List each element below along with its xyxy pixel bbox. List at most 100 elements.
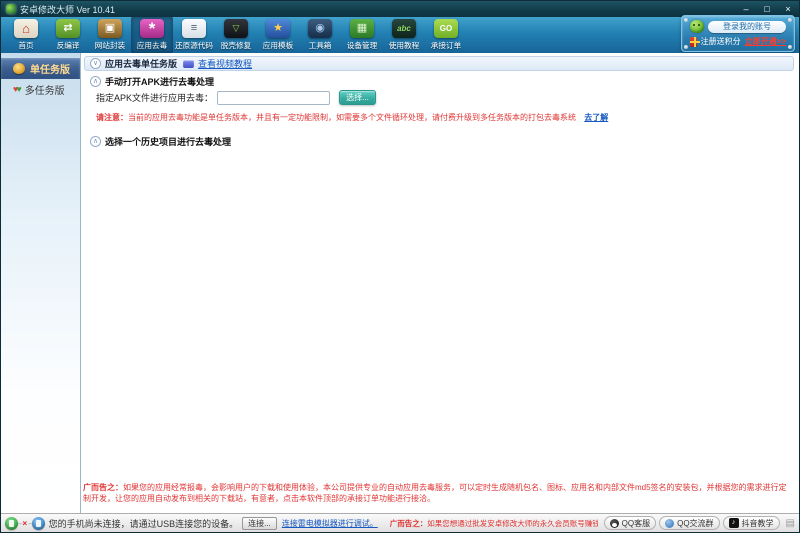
qq-penguin-icon bbox=[610, 519, 619, 528]
notice-body: 当前的应用去毒功能是单任务版本，并且有一定功能限制，如需要多个文件循环处理，请付… bbox=[128, 113, 576, 122]
ad-prefix: 广而告之： bbox=[83, 483, 123, 492]
toolbar-item-restore-source[interactable]: ≡ 还原源代码 bbox=[173, 17, 215, 53]
toolbar-item-website-package[interactable]: ▣ 网站封装 bbox=[89, 17, 131, 53]
app-icon bbox=[6, 4, 16, 14]
decompile-icon: ⇄ bbox=[56, 19, 80, 38]
toolbar-label: 设备管理 bbox=[347, 40, 377, 50]
virus-icon: * bbox=[140, 19, 164, 38]
sidebar-item-multi-task[interactable]: ♥♥ 多任务版 bbox=[1, 79, 80, 100]
status-bar: – × – 您的手机尚未连接，请通过USB连接您的设备。 连接... 连接雷电模… bbox=[1, 513, 799, 532]
home-icon: ⌂ bbox=[14, 19, 38, 38]
notice-text: 请注意：当前的应用去毒功能是单任务版本，并且有一定功能限制，如需要多个文件循环处… bbox=[96, 112, 794, 123]
screw-icon bbox=[788, 45, 792, 49]
sidebar-item-label: 多任务版 bbox=[25, 82, 65, 97]
toolbar-label: 应用去毒 bbox=[137, 40, 167, 50]
chevron-down-icon[interactable]: ∨ bbox=[90, 58, 101, 69]
title-bar: 安卓修改大师 Ver 10.41 – □ × bbox=[1, 1, 799, 17]
screw-icon bbox=[684, 45, 688, 49]
pc-status-icon bbox=[32, 517, 45, 530]
blackboard-icon: abc bbox=[392, 19, 416, 38]
statusbar-corner-icon[interactable]: ▤ bbox=[786, 518, 795, 529]
connect-button[interactable]: 连接... bbox=[242, 517, 277, 530]
video-icon bbox=[183, 60, 194, 68]
douyin-label: 抖音教学 bbox=[742, 518, 774, 529]
apk-picker-row: 指定APK文件进行应用去毒： 选择... bbox=[96, 90, 794, 105]
section-header-manual-apk[interactable]: ∧ 手动打开APK进行去毒处理 bbox=[84, 74, 794, 89]
toolbar-item-app-devirus[interactable]: * 应用去毒 bbox=[131, 17, 173, 53]
toolbar-label: 承接订单 bbox=[431, 40, 461, 50]
apk-path-input[interactable] bbox=[217, 91, 330, 105]
device-status-text: 您的手机尚未连接，请通过USB连接您的设备。 bbox=[49, 517, 239, 530]
screw-icon bbox=[684, 18, 688, 22]
device-manager-icon: ▦ bbox=[350, 19, 374, 38]
toolbar-item-orders[interactable]: GO 承接订单 bbox=[425, 17, 467, 53]
dash-icon: – bbox=[18, 519, 21, 528]
section-header-devirus-single[interactable]: ∨ 应用去毒单任务版 查看视频教程 bbox=[84, 56, 794, 71]
toolbar-label: 首页 bbox=[18, 40, 33, 50]
toolbar-label: 使用教程 bbox=[389, 40, 419, 50]
douyin-icon: ♪ bbox=[729, 518, 739, 528]
gift-icon bbox=[690, 37, 697, 47]
go-bag-icon: GO bbox=[434, 19, 458, 38]
account-panel: 登录我的账号 注册送积分 立即开通>> bbox=[681, 15, 795, 52]
toolbar-item-decompile[interactable]: ⇄ 反编译 bbox=[47, 17, 89, 53]
toolbar-label: 应用模板 bbox=[263, 40, 293, 50]
apk-field-label: 指定APK文件进行应用去毒： bbox=[96, 91, 213, 104]
toolbar-label: 工具箱 bbox=[309, 40, 332, 50]
flask-icon: ▽ bbox=[224, 19, 248, 38]
group-icon bbox=[665, 519, 674, 528]
qq-group-button[interactable]: QQ交流群 bbox=[659, 516, 719, 530]
ad-body: 如果您的应用经常报毒，会影响用户的下载和使用体验，本公司提供专业的自动应用去毒服… bbox=[83, 483, 787, 503]
video-tutorial-link[interactable]: 查看视频教程 bbox=[198, 57, 252, 70]
body: 单任务版 ♥♥ 多任务版 ∨ 应用去毒单任务版 查看视频教程 ∧ 手动打开APK… bbox=[1, 53, 799, 513]
statusbar-buttons: QQ客服 QQ交流群 ♪ 抖音教学 ▤ bbox=[604, 516, 795, 530]
toolbar-item-toolbox[interactable]: ◉ 工具箱 bbox=[299, 17, 341, 53]
section-title: 选择一个历史项目进行去毒处理 bbox=[105, 135, 231, 148]
register-points-label: 注册送积分 bbox=[701, 36, 741, 47]
mascot-icon bbox=[690, 20, 704, 33]
notice-prefix: 请注意： bbox=[96, 113, 128, 122]
section-header-history[interactable]: ∧ 选择一个历史项目进行去毒处理 bbox=[84, 134, 794, 149]
toolbar-item-tutorial[interactable]: abc 使用教程 bbox=[383, 17, 425, 53]
toolbar-label: 还原源代码 bbox=[175, 40, 213, 50]
statusbar-ad-prefix: 广而告之： bbox=[390, 519, 428, 528]
toolbar-label: 脱壳修复 bbox=[221, 40, 251, 50]
minimize-icon[interactable]: – bbox=[740, 4, 752, 14]
douyin-button[interactable]: ♪ 抖音教学 bbox=[723, 516, 780, 530]
emulator-debug-link[interactable]: 连接雷电模拟器进行调试。 bbox=[282, 518, 378, 529]
toolbar-item-home[interactable]: ⌂ 首页 bbox=[5, 17, 47, 53]
activate-now-link[interactable]: 立即开通>> bbox=[745, 36, 786, 47]
hearts-icon: ♥♥ bbox=[13, 85, 20, 94]
qq-service-label: QQ客服 bbox=[622, 518, 650, 529]
chevron-up-icon[interactable]: ∧ bbox=[90, 136, 101, 147]
phone-status-icon bbox=[5, 517, 18, 530]
login-button[interactable]: 登录我的账号 bbox=[708, 21, 786, 33]
toolbar-label: 网站封装 bbox=[95, 40, 125, 50]
app-window: 安卓修改大师 Ver 10.41 – □ × ⌂ 首页 ⇄ 反编译 ▣ 网站封装… bbox=[0, 0, 800, 533]
content-area: ∨ 应用去毒单任务版 查看视频教程 ∧ 手动打开APK进行去毒处理 指定APK文… bbox=[81, 53, 799, 513]
qq-service-button[interactable]: QQ客服 bbox=[604, 516, 656, 530]
toolbar-item-unpack-repair[interactable]: ▽ 脱壳修复 bbox=[215, 17, 257, 53]
close-icon[interactable]: × bbox=[782, 4, 794, 14]
window-controls: – □ × bbox=[740, 4, 794, 14]
sidebar-item-label: 单任务版 bbox=[30, 61, 70, 76]
star-badge-icon: ★ bbox=[266, 19, 290, 38]
document-icon: ≡ bbox=[182, 19, 206, 38]
ad-paragraph: 广而告之：如果您的应用经常报毒，会影响用户的下载和使用体验，本公司提供专业的自动… bbox=[83, 482, 793, 504]
maximize-icon[interactable]: □ bbox=[761, 4, 773, 14]
toolbar-label: 反编译 bbox=[57, 40, 80, 50]
browse-button[interactable]: 选择... bbox=[339, 90, 376, 105]
toolbox-icon: ◉ bbox=[308, 19, 332, 38]
toolbar-item-device-manager[interactable]: ▦ 设备管理 bbox=[341, 17, 383, 53]
qq-group-label: QQ交流群 bbox=[677, 518, 713, 529]
section-title: 应用去毒单任务版 bbox=[105, 57, 177, 70]
learn-more-link[interactable]: 去了解 bbox=[584, 113, 608, 122]
website-package-icon: ▣ bbox=[98, 19, 122, 38]
toolbar-item-app-template[interactable]: ★ 应用模板 bbox=[257, 17, 299, 53]
sidebar-item-single-task[interactable]: 单任务版 bbox=[1, 58, 80, 79]
sidebar: 单任务版 ♥♥ 多任务版 bbox=[1, 53, 81, 513]
window-title: 安卓修改大师 Ver 10.41 bbox=[20, 3, 115, 16]
main-toolbar: ⌂ 首页 ⇄ 反编译 ▣ 网站封装 * 应用去毒 ≡ 还原源代码 ▽ 脱壳修复 … bbox=[1, 17, 799, 53]
chevron-up-icon[interactable]: ∧ bbox=[90, 76, 101, 87]
gold-coin-icon bbox=[13, 63, 25, 74]
